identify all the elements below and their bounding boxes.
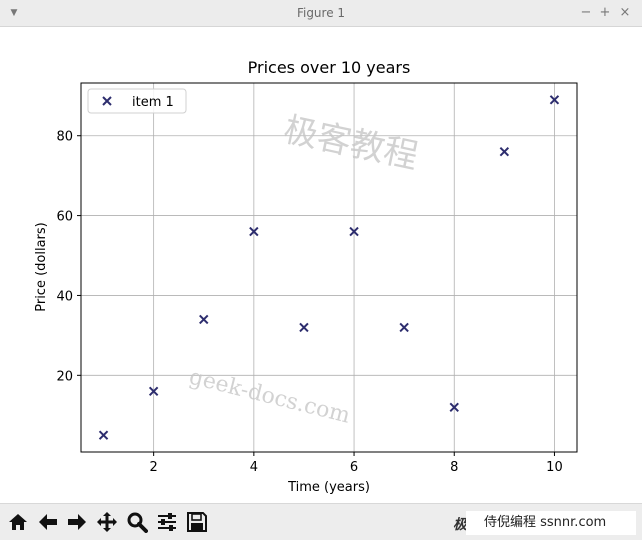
configure-subplots-button[interactable] (154, 509, 180, 535)
pan-icon (97, 512, 117, 532)
x-tick-label: 6 (350, 460, 358, 475)
chart-title: Prices over 10 years (248, 58, 411, 77)
maximize-button[interactable]: + (597, 4, 613, 22)
data-point (199, 314, 209, 325)
figure-window: Figure 1 ▼ − + × 2 4 6 8 10 20 40 60 80 极客教程 gee… (0, 0, 642, 540)
minimize-button[interactable]: − (578, 4, 594, 22)
site-watermark-badge: 侍倪编程 ssnnr.com (466, 511, 636, 535)
forward-button[interactable] (64, 509, 90, 535)
title-bar: Figure 1 ▼ − + × (0, 0, 642, 27)
configure-subplots-icon (158, 513, 176, 531)
watermark-corner: 极 (453, 517, 467, 533)
zoom-button[interactable] (124, 509, 150, 535)
watermark-lower: geek-docs.com (187, 365, 353, 429)
y-axis-label: Price (dollars) (34, 222, 49, 312)
watermark-upper: 极客教程 (280, 110, 421, 177)
y-tick-label: 40 (56, 289, 73, 304)
data-point (399, 322, 409, 333)
home-icon (9, 514, 27, 530)
x-tick-label: 4 (250, 460, 258, 475)
save-icon (187, 512, 207, 532)
x-tick-label: 10 (546, 460, 563, 475)
x-axis-label: Time (years) (287, 480, 370, 495)
home-button[interactable] (5, 509, 31, 535)
x-tick-label: 8 (450, 460, 458, 475)
data-point (98, 430, 109, 440)
forward-arrow-icon (68, 514, 86, 530)
figure-canvas[interactable]: 2 4 6 8 10 20 40 60 80 极客教程 geek-docs.com Prices… (0, 27, 642, 503)
data-point (299, 322, 309, 333)
legend: item 1 (87, 88, 187, 114)
window-title: Figure 1 (296, 6, 346, 20)
y-tick-label: 20 (56, 369, 73, 384)
legend-label-item-1: item 1 (132, 95, 174, 110)
data-point (499, 146, 510, 157)
back-button[interactable] (35, 509, 61, 535)
close-button[interactable]: × (617, 4, 633, 22)
y-tick-label: 80 (56, 130, 73, 145)
chevron-down-icon[interactable]: ▼ (6, 4, 22, 22)
axis-ticks: 2 4 6 8 10 20 40 60 80 (56, 130, 562, 475)
y-tick-label: 60 (56, 210, 73, 225)
pan-button[interactable] (94, 509, 120, 535)
save-button[interactable] (184, 509, 210, 535)
back-arrow-icon (39, 514, 57, 530)
x-tick-label: 2 (150, 460, 158, 475)
zoom-icon (127, 512, 148, 533)
